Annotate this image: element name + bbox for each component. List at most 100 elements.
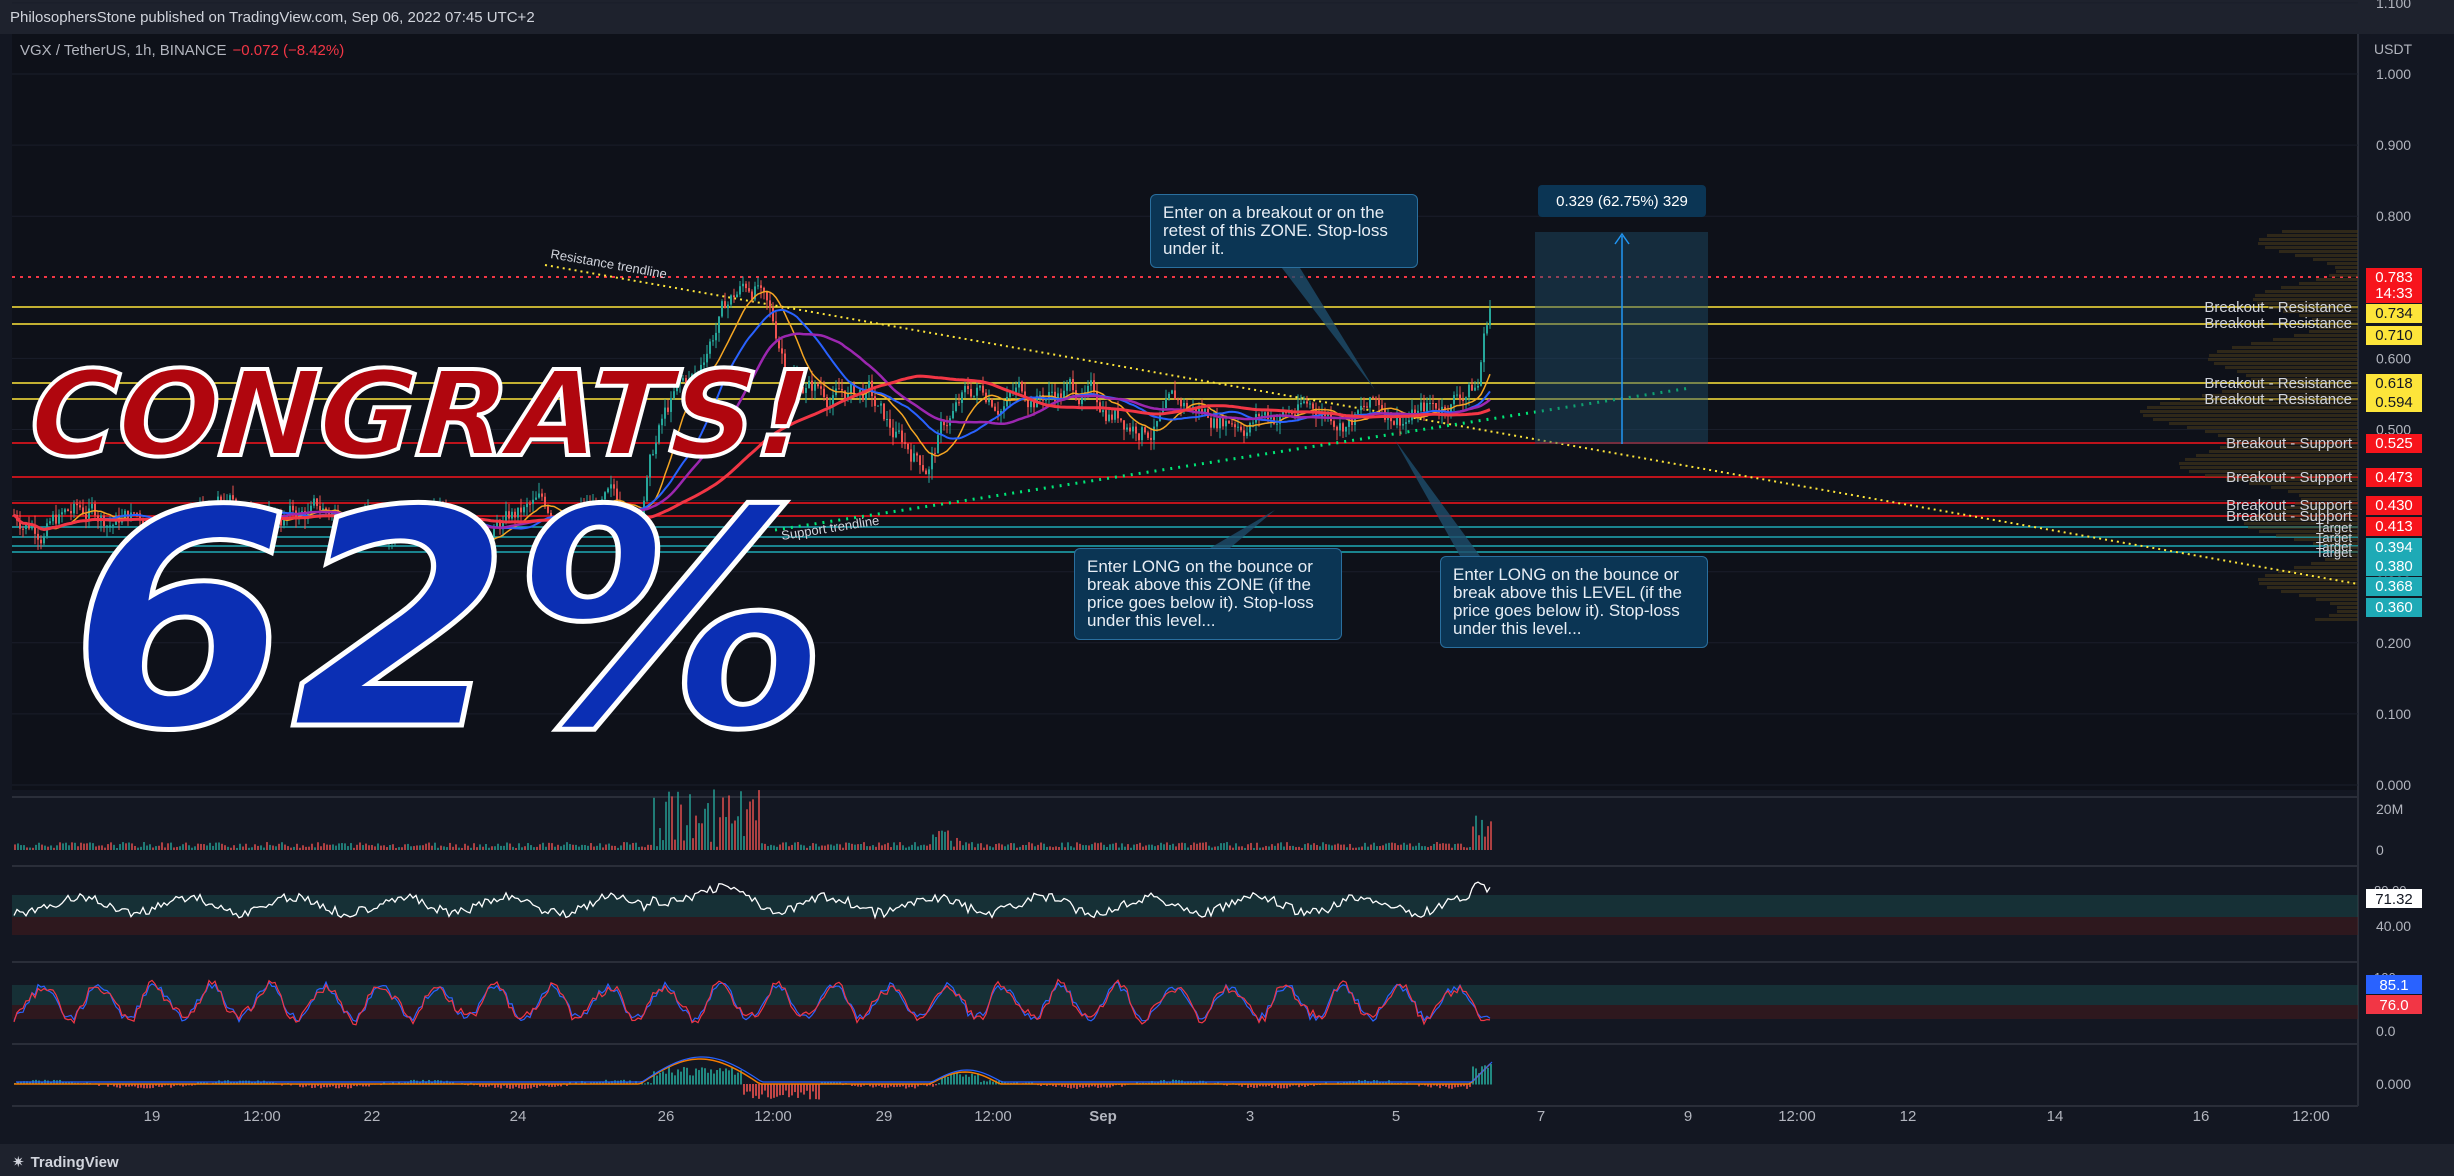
volume-bar xyxy=(695,815,697,850)
candle-body xyxy=(739,286,741,295)
volume-profile-bar xyxy=(2337,610,2358,613)
volume-bar xyxy=(314,847,316,850)
volume-bar xyxy=(65,842,67,850)
volume-profile-bar xyxy=(2316,598,2358,601)
volume-bar xyxy=(1310,844,1312,850)
volume-bar xyxy=(686,825,688,850)
candle-body xyxy=(988,399,990,403)
volume-bar xyxy=(767,846,769,850)
candle-body xyxy=(1072,378,1074,391)
volume-bar xyxy=(776,846,778,850)
level-label: Target xyxy=(2316,545,2353,560)
volume-bar xyxy=(614,845,616,850)
volume-bar xyxy=(185,842,187,850)
volume-bar xyxy=(977,843,979,850)
macd-bar xyxy=(800,1084,802,1093)
volume-profile-bar xyxy=(2187,426,2358,429)
candle-body xyxy=(1249,423,1251,433)
candle-body xyxy=(1468,384,1470,398)
volume-bar xyxy=(533,847,535,850)
candle-body xyxy=(724,301,726,309)
volume-bar xyxy=(1154,846,1156,850)
candle-body xyxy=(1240,426,1242,431)
volume-bar xyxy=(473,843,475,850)
volume-bar xyxy=(713,789,715,850)
candle-body xyxy=(877,405,879,407)
macd-bar xyxy=(986,1081,988,1085)
volume-bar xyxy=(782,842,784,850)
candle-body xyxy=(1474,387,1476,391)
volume-bar xyxy=(1433,843,1435,850)
volume-bar xyxy=(1100,842,1102,850)
price-badge-text: 0.783 xyxy=(2375,269,2413,286)
volume-bar xyxy=(593,846,595,850)
volume-bar xyxy=(1124,846,1126,850)
volume-bar xyxy=(176,846,178,850)
note-zone-bottom[interactable]: Enter LONG on the bounce or break above … xyxy=(1074,548,1342,640)
volume-bar xyxy=(512,846,514,850)
volume-bar xyxy=(125,843,127,850)
volume-bar xyxy=(92,843,94,850)
price-badge-text: 0.368 xyxy=(2375,578,2413,595)
volume-bar xyxy=(425,843,427,850)
macd-bar xyxy=(698,1070,700,1085)
note-zone-top[interactable]: Enter on a breakout or on the retest of … xyxy=(1150,194,1418,268)
level-label: Breakout - Resistance xyxy=(2204,375,2352,392)
candle-body xyxy=(901,430,903,443)
volume-profile-bar xyxy=(2259,582,2358,585)
volume-bar xyxy=(1436,842,1438,850)
volume-bar xyxy=(1349,843,1351,850)
macd-bar xyxy=(644,1083,646,1085)
volume-bar xyxy=(359,842,361,850)
volume-bar xyxy=(956,837,958,850)
volume-bar xyxy=(161,842,163,850)
volume-bar xyxy=(944,831,946,850)
volume-bar xyxy=(257,845,259,850)
volume-bar xyxy=(191,847,193,850)
note-level[interactable]: Enter LONG on the bounce or break above … xyxy=(1440,556,1708,648)
volume-bar xyxy=(446,847,448,850)
volume-bar xyxy=(371,844,373,850)
time-axis-label: 12:00 xyxy=(1778,1108,1816,1125)
volume-bar xyxy=(452,846,454,850)
candle-body xyxy=(814,384,816,391)
candle-body xyxy=(742,283,744,287)
candle-body xyxy=(883,403,885,420)
volume-bar xyxy=(1016,847,1018,850)
volume-bar xyxy=(749,801,751,850)
volume-bar xyxy=(1109,844,1111,850)
candle-body xyxy=(1021,381,1023,392)
volume-bar xyxy=(1340,844,1342,850)
volume-bar xyxy=(1295,847,1297,850)
volume-bar xyxy=(1226,842,1228,850)
volume-profile-bar xyxy=(2265,246,2358,249)
candle-body xyxy=(1306,401,1308,404)
volume-bar xyxy=(872,845,874,850)
volume-bar xyxy=(1238,846,1240,850)
volume-bar xyxy=(254,844,256,850)
volume-bar xyxy=(596,845,598,850)
candle-body xyxy=(1210,417,1212,428)
macd-bar xyxy=(680,1071,682,1085)
level-label: Breakout - Support xyxy=(2226,435,2353,452)
volume-bar xyxy=(536,846,538,850)
volume-profile-bar xyxy=(2282,230,2358,233)
candle-body xyxy=(49,521,51,524)
volume-bar xyxy=(896,845,898,850)
volume-bar xyxy=(26,847,28,850)
tradingview-logo[interactable]: ✷ TradingView xyxy=(12,1153,119,1171)
volume-bar xyxy=(1457,843,1459,850)
volume-bar xyxy=(1049,846,1051,850)
volume-bar xyxy=(884,844,886,850)
volume-bar xyxy=(188,845,190,850)
volume-bar xyxy=(815,843,817,850)
symbol-legend[interactable]: VGX / TetherUS, 1h, BINANCE −0.072 (−8.42… xyxy=(20,42,344,59)
volume-bar xyxy=(29,847,31,850)
volume-profile-bar xyxy=(2336,270,2358,273)
candle-body xyxy=(1486,325,1488,334)
volume-bar xyxy=(74,842,76,850)
volume-bar xyxy=(548,842,550,850)
volume-bar xyxy=(1022,844,1024,850)
volume-profile-bar xyxy=(2258,242,2358,245)
candle-body xyxy=(1237,426,1239,428)
